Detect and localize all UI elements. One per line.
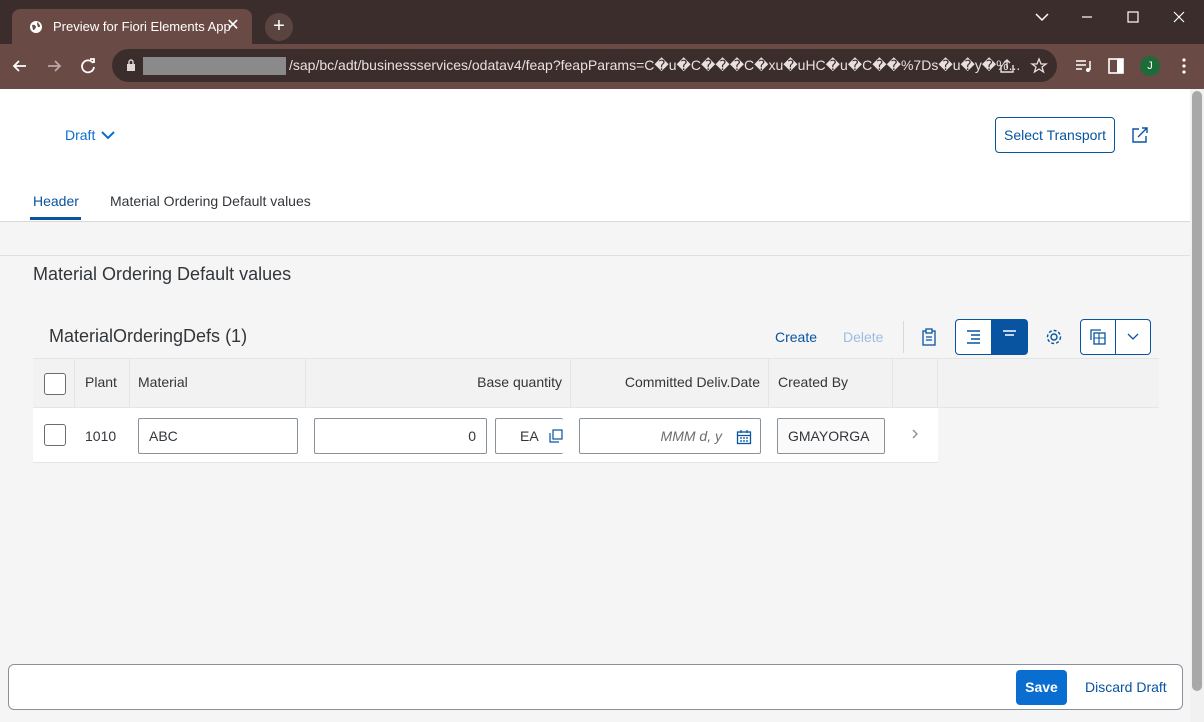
scrollbar[interactable] bbox=[1190, 89, 1204, 722]
export-button[interactable] bbox=[1080, 319, 1151, 355]
select-transport-button[interactable]: Select Transport bbox=[995, 117, 1115, 153]
table-card: MaterialOrderingDefs (1) Create Delete P… bbox=[33, 311, 1159, 463]
chevron-down-icon bbox=[101, 131, 116, 140]
hide-details-button[interactable] bbox=[991, 319, 1028, 355]
redacted-host bbox=[143, 57, 286, 75]
tab-header[interactable]: Header bbox=[33, 193, 79, 209]
scroll-thumb[interactable] bbox=[1192, 91, 1202, 691]
show-details-button[interactable] bbox=[955, 319, 992, 355]
section-title: Material Ordering Default values bbox=[33, 264, 292, 284]
reload-icon[interactable] bbox=[77, 55, 99, 77]
unit-input[interactable]: EA bbox=[495, 418, 563, 454]
save-button[interactable]: Save bbox=[1016, 670, 1067, 705]
column-header-navigation bbox=[893, 359, 938, 408]
created-by-field: GMAYORGA bbox=[777, 418, 885, 454]
plant-cell: 1010 bbox=[85, 428, 117, 444]
side-panel-icon[interactable] bbox=[1106, 56, 1126, 76]
draft-label: Draft bbox=[65, 127, 96, 143]
draft-switch-button[interactable]: Draft bbox=[65, 127, 116, 143]
paste-icon[interactable] bbox=[920, 328, 938, 346]
url-text: /sap/bc/adt/businessservices/odatav4/fea… bbox=[289, 57, 1021, 73]
new-tab-icon[interactable]: + bbox=[265, 13, 293, 41]
browser-titlebar: Preview for Fiori Elements App ✕ + bbox=[0, 0, 1204, 44]
forward-icon[interactable] bbox=[43, 55, 65, 77]
delete-button[interactable]: Delete bbox=[843, 329, 883, 345]
select-all-checkbox[interactable] bbox=[44, 373, 66, 395]
table-row[interactable]: 1010 ABC 0 EA MMM d, y GMAYORGA bbox=[33, 408, 938, 463]
active-tab-indicator bbox=[30, 217, 81, 220]
more-icon[interactable] bbox=[1174, 56, 1194, 76]
window-close-icon[interactable] bbox=[1168, 7, 1190, 27]
column-header-committed-deliv-date[interactable]: Committed Deliv.Date bbox=[571, 359, 769, 408]
material-input[interactable]: ABC bbox=[138, 418, 298, 454]
export-separator bbox=[1115, 320, 1116, 354]
committed-deliv-date-input[interactable]: MMM d, y bbox=[579, 418, 761, 454]
unit-value: EA bbox=[520, 428, 539, 444]
create-button[interactable]: Create bbox=[775, 329, 817, 345]
globe-icon bbox=[30, 21, 42, 33]
chevron-down-icon[interactable] bbox=[1031, 7, 1053, 27]
base-quantity-input[interactable]: 0 bbox=[314, 418, 487, 454]
object-page-header: Draft Select Transport Header Material O… bbox=[0, 89, 1190, 222]
column-header-base-quantity[interactable]: Base quantity bbox=[306, 359, 571, 408]
back-icon[interactable] bbox=[9, 55, 31, 77]
row-select-checkbox[interactable] bbox=[44, 424, 66, 446]
maximize-icon[interactable] bbox=[1122, 7, 1144, 27]
gear-icon[interactable] bbox=[1045, 328, 1063, 346]
share-icon[interactable] bbox=[1131, 126, 1149, 144]
browser-toolbar: /sap/bc/adt/businessservices/odatav4/fea… bbox=[0, 44, 1204, 89]
avatar[interactable]: J bbox=[1140, 56, 1160, 76]
section-divider bbox=[0, 255, 1190, 256]
footer-bar: Save Discard Draft bbox=[8, 664, 1183, 710]
media-icon[interactable] bbox=[1073, 56, 1093, 76]
star-icon[interactable] bbox=[1030, 57, 1048, 75]
chevron-down-icon[interactable] bbox=[1127, 332, 1139, 342]
column-header-material[interactable]: Material bbox=[130, 359, 306, 408]
spreadsheet-icon bbox=[1090, 329, 1106, 345]
tab-title: Preview for Fiori Elements App bbox=[53, 19, 231, 34]
table-header-row: Plant Material Base quantity Committed D… bbox=[33, 358, 1159, 408]
value-help-icon[interactable] bbox=[549, 429, 563, 443]
collapse-rows-icon bbox=[1003, 330, 1016, 336]
select-all-cell bbox=[33, 359, 75, 408]
expand-rows-icon bbox=[967, 330, 980, 344]
close-icon[interactable]: ✕ bbox=[224, 17, 242, 35]
discard-draft-button[interactable]: Discard Draft bbox=[1085, 679, 1167, 695]
column-header-created-by[interactable]: Created By bbox=[769, 359, 893, 408]
column-header-plant[interactable]: Plant bbox=[75, 359, 130, 408]
toolbar-separator bbox=[903, 321, 904, 353]
chevron-right-icon[interactable] bbox=[910, 427, 920, 441]
tab-material-ordering[interactable]: Material Ordering Default values bbox=[110, 193, 311, 209]
minimize-icon[interactable] bbox=[1076, 7, 1098, 27]
lock-icon[interactable] bbox=[126, 59, 136, 72]
browser-tab[interactable]: Preview for Fiori Elements App ✕ bbox=[12, 9, 252, 44]
calendar-icon[interactable] bbox=[736, 429, 752, 445]
date-placeholder: MMM d, y bbox=[660, 428, 722, 444]
address-bar[interactable]: /sap/bc/adt/businessservices/odatav4/fea… bbox=[112, 49, 1057, 82]
share-icon[interactable] bbox=[998, 57, 1016, 75]
table-title: MaterialOrderingDefs (1) bbox=[49, 326, 248, 346]
